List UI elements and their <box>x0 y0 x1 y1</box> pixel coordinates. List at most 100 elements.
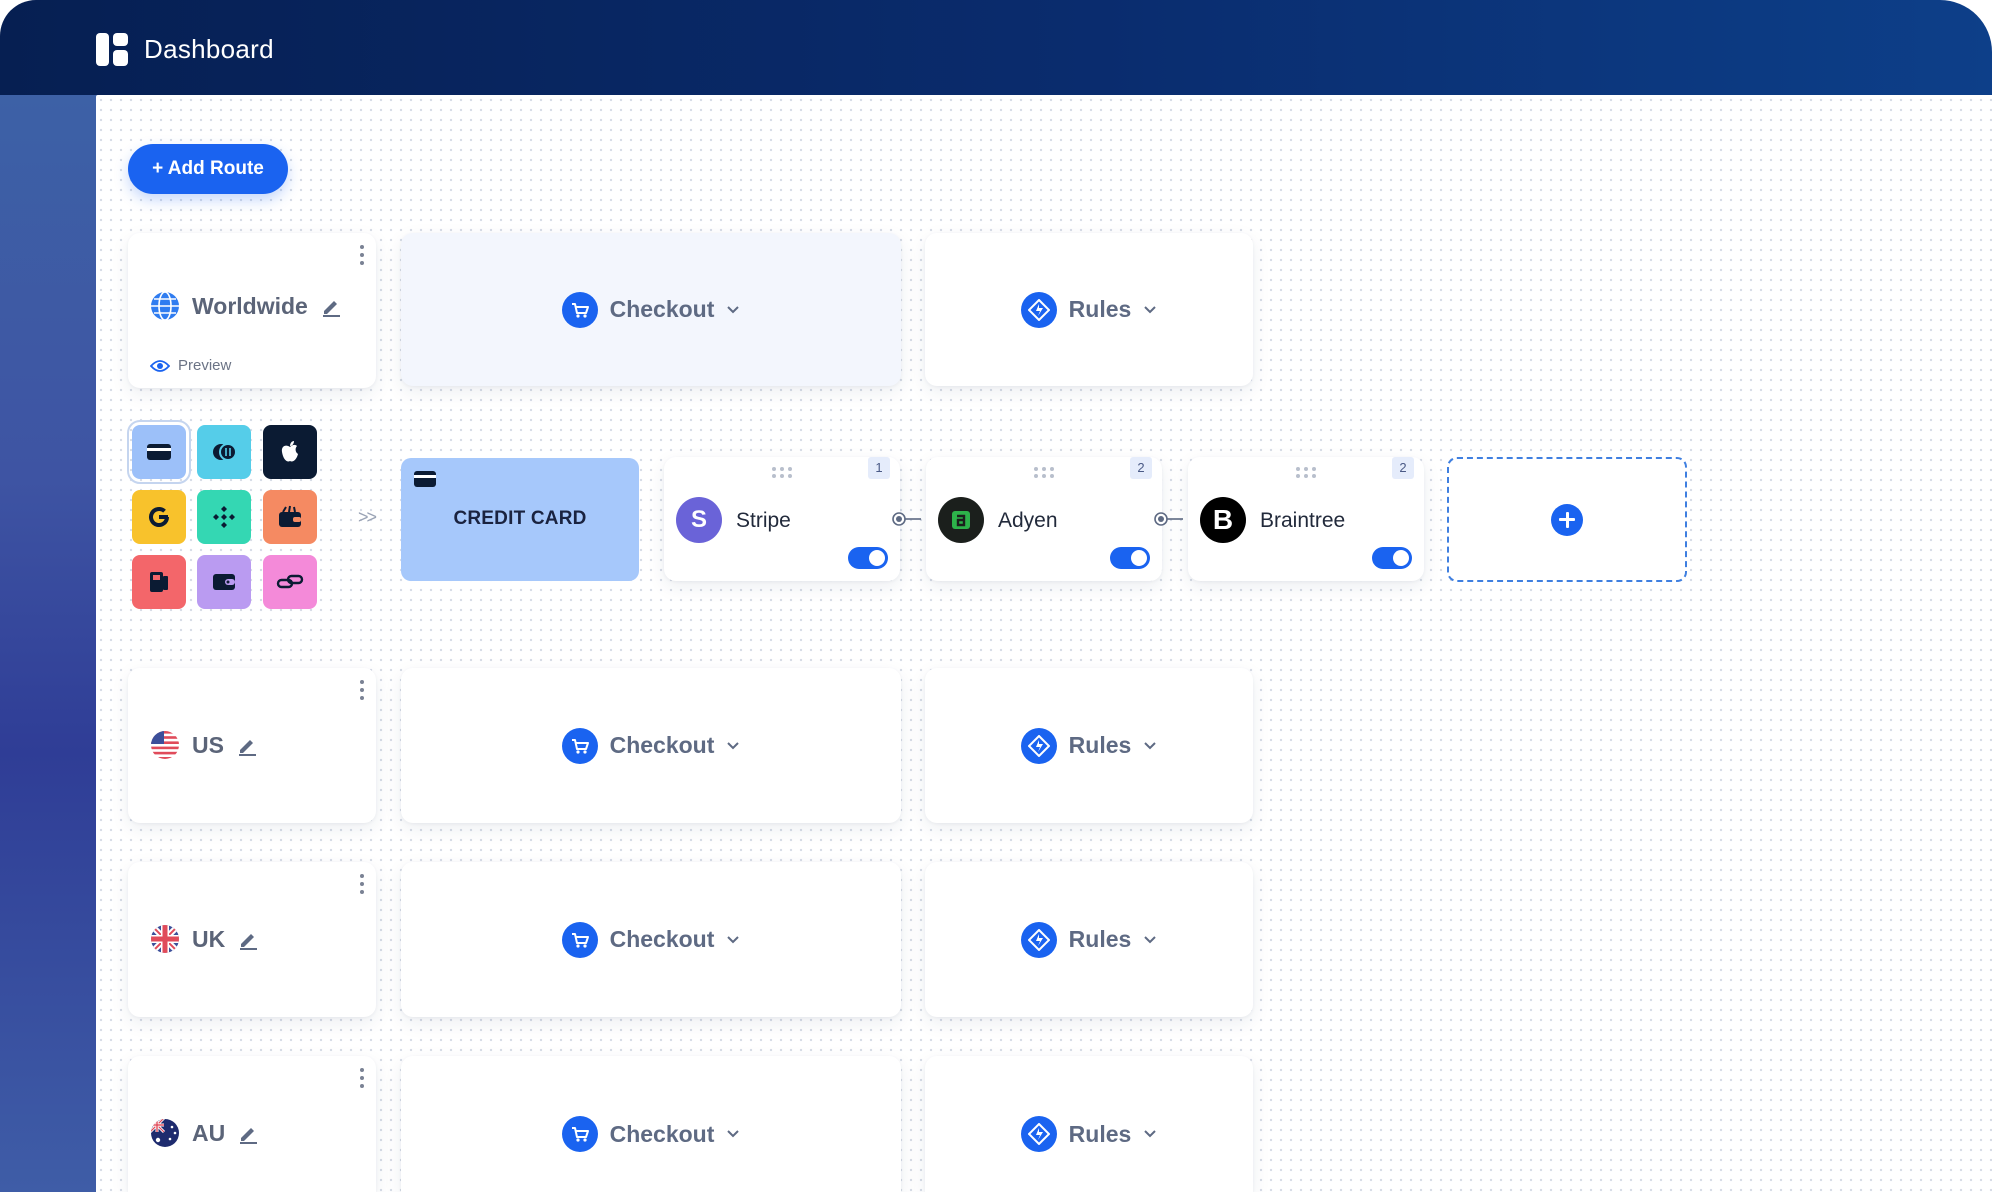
preview-label: Preview <box>178 357 232 374</box>
more-options-icon[interactable] <box>360 245 366 265</box>
plus-icon <box>1551 503 1583 536</box>
processor-toggle[interactable] <box>848 547 888 569</box>
more-options-icon[interactable] <box>360 874 366 894</box>
method-coins[interactable] <box>197 425 251 479</box>
preview-link[interactable]: Preview <box>150 357 231 374</box>
drag-handle-icon[interactable] <box>772 467 792 479</box>
priority-badge: 2 <box>1130 457 1152 479</box>
chevron-down-icon <box>727 741 740 749</box>
region-name: UK <box>192 925 226 952</box>
us-flag-icon <box>151 731 179 759</box>
processor-card-stripe[interactable]: 1 S Stripe <box>664 457 900 581</box>
method-crypto[interactable] <box>197 490 251 544</box>
crypto-icon <box>213 506 235 528</box>
edit-icon[interactable] <box>237 928 259 950</box>
rules-icon <box>1020 291 1057 328</box>
terminal-icon <box>150 572 168 592</box>
wallet-card-icon <box>213 574 235 590</box>
connector-icon <box>892 512 921 526</box>
app-title: Dashboard <box>144 34 274 64</box>
drag-handle-icon[interactable] <box>1296 467 1316 479</box>
selected-method-card[interactable]: CREDIT CARD <box>401 458 639 581</box>
globe-icon <box>151 291 179 321</box>
processor-card-adyen[interactable]: 2 Adyen <box>926 457 1162 581</box>
chevron-down-icon <box>1144 741 1157 749</box>
chevron-down-icon <box>1144 935 1157 943</box>
checkout-dropdown-uk[interactable]: Checkout <box>401 862 901 1017</box>
method-pay-link[interactable] <box>263 555 317 609</box>
more-options-icon[interactable] <box>360 1068 366 1088</box>
checkout-dropdown-worldwide[interactable]: Checkout <box>401 233 901 386</box>
region-card-worldwide[interactable]: Worldwide Preview <box>128 233 376 388</box>
processor-name: Braintree <box>1260 509 1346 532</box>
rules-dropdown-au[interactable]: Rules <box>925 1056 1253 1192</box>
braintree-logo-icon: B <box>1200 497 1246 543</box>
rules-label: Rules <box>1068 926 1132 952</box>
checkout-dropdown-au[interactable]: Checkout <box>401 1056 901 1192</box>
method-wallet-card[interactable] <box>197 555 251 609</box>
processor-name: Stripe <box>736 509 791 532</box>
flow-chevron-icon: >> <box>358 507 377 527</box>
eye-icon <box>150 359 170 372</box>
selected-method-label: CREDIT CARD <box>453 508 587 529</box>
edit-icon[interactable] <box>237 1122 259 1144</box>
checkout-label: Checkout <box>609 296 715 322</box>
priority-badge: 1 <box>868 457 890 479</box>
rules-dropdown-worldwide[interactable]: Rules <box>925 233 1253 386</box>
processor-card-braintree[interactable]: 2 B Braintree <box>1188 457 1424 581</box>
more-options-icon[interactable] <box>360 680 366 700</box>
google-pay-icon <box>149 507 169 527</box>
chevron-down-icon <box>727 935 740 943</box>
stripe-logo-icon: S <box>676 497 722 543</box>
processor-name: Adyen <box>998 509 1058 532</box>
method-apple-pay[interactable] <box>263 425 317 479</box>
rules-label: Rules <box>1068 732 1132 758</box>
priority-badge: 2 <box>1392 457 1414 479</box>
region-name: Worldwide <box>192 292 308 319</box>
rules-icon <box>1020 921 1057 958</box>
method-wallet[interactable] <box>263 490 317 544</box>
rules-label: Rules <box>1068 296 1132 322</box>
chevron-down-icon <box>1144 305 1157 313</box>
region-name: US <box>192 731 224 758</box>
method-terminal[interactable] <box>132 555 186 609</box>
chevron-down-icon <box>727 305 740 313</box>
processor-toggle[interactable] <box>1372 547 1412 569</box>
cart-icon <box>561 727 598 764</box>
rules-icon <box>1020 1116 1057 1152</box>
drag-handle-icon[interactable] <box>1034 467 1054 479</box>
connector-icon <box>1154 512 1183 526</box>
dashboard-icon <box>96 33 128 66</box>
region-card-us[interactable]: US <box>128 668 376 823</box>
edit-icon[interactable] <box>320 295 342 317</box>
cart-icon <box>561 921 598 958</box>
pay-link-icon <box>276 574 304 589</box>
region-card-uk[interactable]: UK <box>128 862 376 1017</box>
coins-icon <box>213 443 237 461</box>
rules-dropdown-us[interactable]: Rules <box>925 668 1253 823</box>
add-route-button[interactable]: + Add Route <box>128 144 288 194</box>
region-name: AU <box>192 1119 226 1146</box>
rules-dropdown-uk[interactable]: Rules <box>925 862 1253 1017</box>
chevron-down-icon <box>1144 1130 1157 1138</box>
rules-label: Rules <box>1068 1120 1132 1147</box>
cart-icon <box>561 1116 598 1152</box>
cart-icon <box>561 291 598 328</box>
edit-icon[interactable] <box>236 734 258 756</box>
wallet-icon <box>279 505 301 527</box>
uk-flag-icon <box>151 925 179 953</box>
add-processor-button[interactable] <box>1447 457 1687 582</box>
region-card-au[interactable]: AU <box>128 1056 376 1192</box>
checkout-label: Checkout <box>609 1120 715 1147</box>
checkout-dropdown-us[interactable]: Checkout <box>401 668 901 823</box>
checkout-label: Checkout <box>609 732 715 758</box>
rules-icon <box>1020 727 1057 764</box>
au-flag-icon <box>151 1119 179 1147</box>
method-credit-card[interactable] <box>127 420 191 484</box>
chevron-down-icon <box>727 1130 740 1138</box>
method-google-pay[interactable] <box>132 490 186 544</box>
brand[interactable]: Dashboard <box>96 33 274 66</box>
checkout-label: Checkout <box>609 926 715 952</box>
processor-toggle[interactable] <box>1110 547 1150 569</box>
apple-pay-icon <box>281 441 298 462</box>
